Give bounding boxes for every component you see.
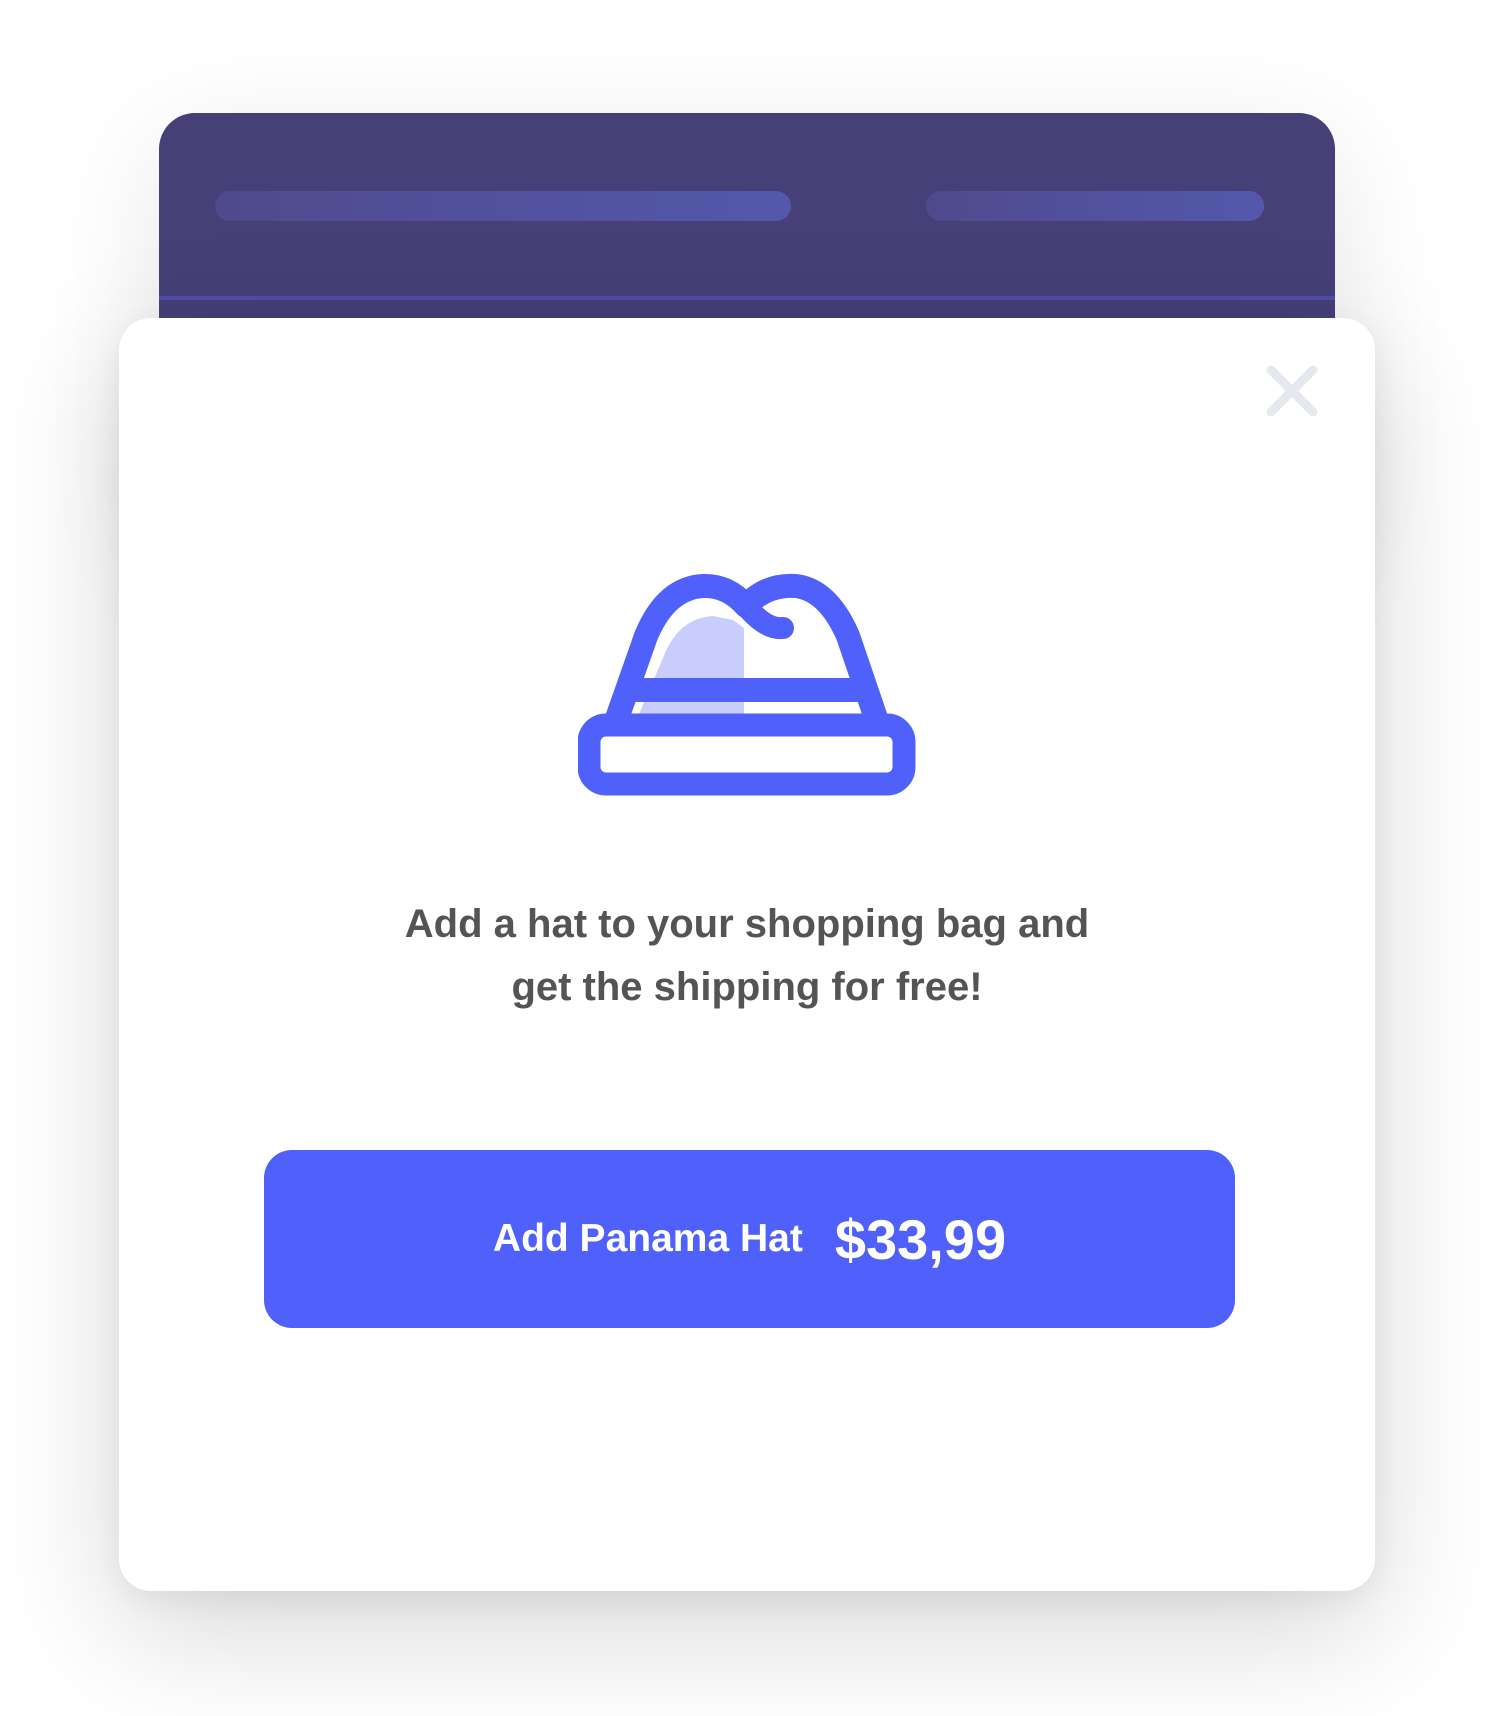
- promo-message-line-2: get the shipping for free!: [511, 965, 983, 1009]
- close-button[interactable]: [1265, 364, 1319, 418]
- header-placeholder-bar-right: [926, 191, 1264, 221]
- price-label: $33,99: [834, 1207, 1007, 1271]
- header-divider: [159, 296, 1335, 300]
- close-icon: [1266, 365, 1318, 417]
- header-placeholder-bar-left: [215, 191, 791, 221]
- add-panama-hat-button[interactable]: Add Panama Hat $33,99: [264, 1150, 1235, 1328]
- add-button-label: Add Panama Hat: [492, 1217, 803, 1260]
- promo-message-line-1: Add a hat to your shopping bag and: [404, 902, 1090, 946]
- panama-hat-icon: [578, 573, 916, 796]
- upsell-modal: Add a hat to your shopping bag and get t…: [119, 318, 1375, 1591]
